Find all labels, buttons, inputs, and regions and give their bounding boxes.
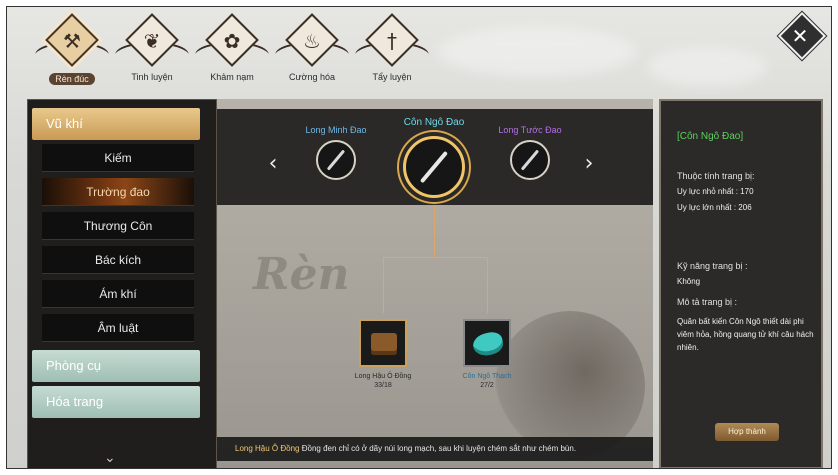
tab-ren-duc[interactable]: ⚒ Rèn đúc <box>34 13 110 91</box>
blade-icon <box>419 150 449 184</box>
material-icon-frame <box>463 319 511 367</box>
watermark: Rèn <box>253 249 350 300</box>
material-info-bar: Long Hậu Ô Đồng Đồng đen chỉ có ở dãy nú… <box>217 437 653 461</box>
close-icon[interactable]: ✕ <box>785 21 815 51</box>
weapon-name: Côn Ngô Đao <box>403 117 465 128</box>
weapon-selector: ‹ Long Minh Đao Côn Ngô Đao Long Tước Đa… <box>217 109 653 205</box>
info-text: Đồng đen chỉ có ở dãy núi long mạch, sau… <box>299 444 577 453</box>
weapon-option-selected[interactable]: Côn Ngô Đao <box>389 117 479 198</box>
sword-icon: † <box>387 29 397 53</box>
sidebar-item-am-khi[interactable]: Ám khí <box>42 280 194 308</box>
craft-button[interactable]: Hợp thành <box>715 423 779 441</box>
category-sidebar: Vũ khí Kiếm Trường đao Thương Côn Bác kí… <box>27 99 217 468</box>
game-window: ⚒ Rèn đúc ❦ Tinh luyện ✿ Khảm nạm ♨ Cườn… <box>6 6 832 469</box>
material-name: Côn Ngô Thạch <box>462 373 512 380</box>
category-phong-cu[interactable]: Phòng cụ <box>32 350 200 382</box>
min-power: Uy lực nhỏ nhất : 170 <box>677 187 754 196</box>
skill-value: Không <box>677 277 701 286</box>
tab-label: Tinh luyện <box>131 72 173 82</box>
tab-tinh-luyen[interactable]: ❦ Tinh luyện <box>114 13 190 91</box>
blade-icon <box>520 149 540 171</box>
tab-label: Khảm nạm <box>210 72 254 82</box>
mist-decoration <box>647 47 767 87</box>
ingot-icon <box>371 333 397 355</box>
connector-line <box>383 257 384 313</box>
tab-label: Rèn đúc <box>49 73 95 85</box>
skill-heading: Kỹ năng trang bị : <box>677 261 748 271</box>
weapon-slot <box>510 140 550 180</box>
weapon-name: Long Minh Đao <box>305 125 367 135</box>
blade-icon <box>326 149 346 171</box>
crafting-panel: ‹ Long Minh Đao Côn Ngô Đao Long Tước Đa… <box>217 99 653 468</box>
sidebar-item-bac-kich[interactable]: Bác kích <box>42 246 194 274</box>
material-slot[interactable]: Long Hậu Ô Đồng 33/18 <box>343 319 423 389</box>
sidebar-item-thuong-con[interactable]: Thương Côn <box>42 212 194 240</box>
info-highlight: Long Hậu Ô Đồng <box>235 444 300 453</box>
sidebar-item-kiem[interactable]: Kiếm <box>42 144 194 172</box>
chevron-left-icon[interactable]: ‹ <box>263 151 283 176</box>
category-vu-khi[interactable]: Vũ khí <box>32 108 200 140</box>
item-description: Quân bất kiến Côn Ngô thiết dài phi viêm… <box>677 317 814 352</box>
material-count: 27/2 <box>480 382 494 389</box>
cauldron-icon: ♨ <box>303 29 321 53</box>
item-detail-panel: [Côn Ngô Đao] Thuộc tính trang bị: Uy lự… <box>659 99 823 468</box>
tab-cuong-hoa[interactable]: ♨ Cường hóa <box>274 13 350 91</box>
mist-decoration <box>437 27 637 77</box>
material-count: 33/18 <box>374 382 392 389</box>
weapon-name: Long Tước Đao <box>498 125 562 135</box>
weapon-slot <box>403 136 465 198</box>
chevron-right-icon[interactable]: › <box>579 151 599 176</box>
item-title: [Côn Ngô Đao] <box>677 131 744 142</box>
connector-line <box>383 257 487 258</box>
chevron-down-icon[interactable]: ⌄ <box>104 450 118 466</box>
tab-label: Cường hóa <box>289 72 335 82</box>
weapon-option[interactable]: Long Minh Đao <box>291 125 381 180</box>
weapon-slot <box>316 140 356 180</box>
tab-tay-luyen[interactable]: † Tẩy luyện <box>354 13 430 91</box>
anvil-icon: ⚒ <box>63 29 81 53</box>
sidebar-item-truong-dao[interactable]: Trường đao <box>42 178 194 206</box>
top-nav: ⚒ Rèn đúc ❦ Tinh luyện ✿ Khảm nạm ♨ Cườn… <box>34 13 455 93</box>
attr-heading: Thuộc tính trang bị: <box>677 171 755 181</box>
category-hoa-trang[interactable]: Hóa trang <box>32 386 200 418</box>
tab-label: Tẩy luyện <box>372 72 412 82</box>
connector-line <box>487 257 488 313</box>
material-slot[interactable]: Côn Ngô Thạch 27/2 <box>447 319 527 389</box>
gem-icon <box>471 330 505 358</box>
weapon-option[interactable]: Long Tước Đao <box>485 125 575 180</box>
material-name: Long Hậu Ô Đồng <box>354 373 412 380</box>
tab-kham-nam[interactable]: ✿ Khảm nạm <box>194 13 270 91</box>
material-icon-frame <box>359 319 407 367</box>
connector-line <box>434 205 435 257</box>
sidebar-item-am-luat[interactable]: Âm luật <box>42 314 194 342</box>
max-power: Uy lực lớn nhất : 206 <box>677 203 752 212</box>
gem-cluster-icon: ✿ <box>223 29 241 53</box>
lotus-icon: ❦ <box>143 29 161 53</box>
desc-heading: Mô tả trang bị : <box>677 297 738 307</box>
